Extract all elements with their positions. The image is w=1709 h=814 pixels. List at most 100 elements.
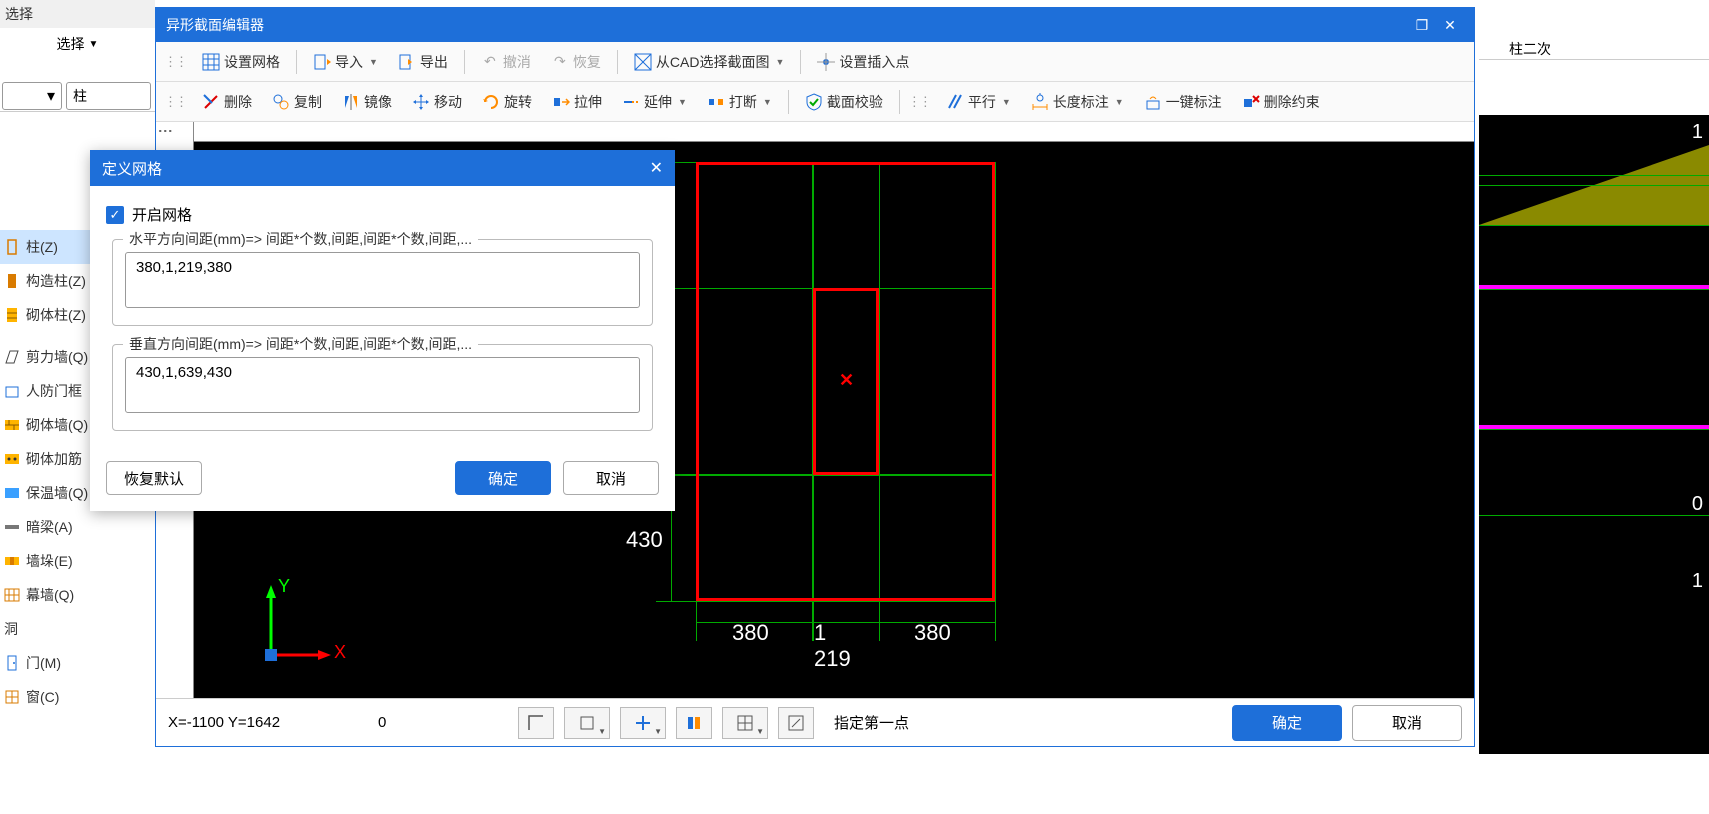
right-tab[interactable]: 柱二次 [1479, 0, 1709, 60]
shear-wall-icon [4, 349, 20, 365]
break-button[interactable]: 打断▼ [699, 88, 780, 116]
sidebar-item-hidden-beam[interactable]: 暗梁(A) [0, 510, 100, 544]
vertical-spacing-group: 垂直方向间距(mm)=> 间距*个数,间距,间距*个数,间距,... [112, 344, 653, 431]
copy-button[interactable]: 复制 [264, 88, 330, 116]
redo-button[interactable]: ↷ 恢复 [543, 48, 609, 76]
ok-button[interactable]: 确定 [1232, 705, 1342, 741]
right-canvas: 1 0 1 [1479, 115, 1709, 754]
stretch-button[interactable]: 拉伸 [544, 88, 610, 116]
export-button[interactable]: 导出 [390, 48, 456, 76]
sidebar-item-label: 暗梁(A) [26, 517, 73, 537]
sidebar-item-label: 砌体柱(Z) [26, 305, 86, 325]
sidebar-item-hole[interactable]: 洞 [0, 612, 100, 646]
sidebar-item-masonry-column[interactable]: 砌体柱(Z) [0, 298, 100, 332]
chevron-down-icon: ▾ [47, 86, 55, 106]
snap-grid-button[interactable]: ▼ [722, 707, 768, 739]
sidebar: 柱(Z) 构造柱(Z) 砌体柱(Z) 剪力墙(Q) 人防门框 砌体墙(Q) 砌体… [0, 230, 100, 714]
set-insert-point-button[interactable]: 设置插入点 [809, 48, 917, 76]
horizontal-spacing-input[interactable] [125, 252, 640, 308]
category-dropdown[interactable]: 柱 [66, 82, 151, 110]
sidebar-item-label: 门(M) [26, 653, 61, 673]
sidebar-item-insulation-wall[interactable]: 保温墙(Q) [0, 476, 100, 510]
rotate-button[interactable]: 旋转 [474, 88, 540, 116]
toolbar-main: ⋮⋮ 设置网格 导入▼ 导出 ↶ 撤消 ↷ 恢复 从CAD选择截面图▼ [156, 42, 1474, 82]
sidebar-item-label: 砌体加筋 [26, 449, 82, 469]
dialog-titlebar[interactable]: 定义网格 ✕ [90, 150, 675, 186]
sidebar-item-masonry-wall[interactable]: 砌体墙(Q) [0, 408, 100, 442]
dimension-icon [1031, 93, 1049, 111]
snap-rect-button[interactable]: ▼ [564, 707, 610, 739]
parallel-button[interactable]: 平行▼ [938, 88, 1019, 116]
undo-button[interactable]: ↶ 撤消 [473, 48, 539, 76]
sidebar-item-door[interactable]: 门(M) [0, 646, 100, 680]
coord-readout: X=-1100 Y=1642 [168, 714, 368, 731]
cancel-button[interactable]: 取消 [1352, 705, 1462, 741]
category-prefix-dropdown[interactable]: ▾ [2, 82, 62, 110]
rebar-icon [4, 451, 20, 467]
close-button[interactable]: ✕ [1436, 17, 1464, 34]
move-icon [412, 93, 430, 111]
right-label: 0 [1692, 493, 1703, 516]
extend-button[interactable]: 延伸▼ [614, 88, 695, 116]
rotate-icon [482, 93, 500, 111]
length-dim-button[interactable]: 长度标注▼ [1023, 88, 1132, 116]
category-value: 柱 [73, 86, 87, 106]
toolbar-grip: ⋮⋮ [908, 94, 934, 110]
move-button[interactable]: 移动 [404, 88, 470, 116]
snap-endpoint-button[interactable] [518, 707, 554, 739]
restore-default-button[interactable]: 恢复默认 [106, 461, 202, 495]
snap-ortho-button[interactable] [676, 707, 712, 739]
sidebar-item-label: 砌体墙(Q) [26, 415, 88, 435]
dialog-cancel-button[interactable]: 取消 [563, 461, 659, 495]
toolbar-grip: ⋮⋮ [164, 94, 190, 110]
snap-plus-button[interactable]: ▼ [620, 707, 666, 739]
sidebar-item-window[interactable]: 窗(C) [0, 680, 100, 714]
window-icon [4, 689, 20, 705]
sidebar-item-label: 幕墙(Q) [26, 585, 74, 605]
sidebar-item-masonry-rebar[interactable]: 砌体加筋 [0, 442, 100, 476]
auto-dim-icon [1144, 93, 1162, 111]
dialog-close-button[interactable]: ✕ [650, 158, 663, 178]
door-frame-icon [4, 383, 20, 399]
toolbar-grip: ⋮⋮ [164, 54, 190, 70]
sidebar-item-shear-wall[interactable]: 剪力墙(Q) [0, 340, 100, 374]
mirror-icon [342, 93, 360, 111]
masonry-wall-icon [4, 417, 20, 433]
sidebar-item-door-frame[interactable]: 人防门框 [0, 374, 100, 408]
chevron-down-icon: ▼ [678, 97, 687, 107]
stretch-icon [552, 93, 570, 111]
undo-icon: ↶ [481, 53, 499, 71]
dim-label: 430 [626, 527, 663, 553]
sidebar-item-column[interactable]: 柱(Z) [0, 230, 100, 264]
import-button[interactable]: 导入▼ [305, 48, 386, 76]
enable-grid-checkbox[interactable]: ✓ [106, 206, 124, 224]
vertical-spacing-input[interactable] [125, 357, 640, 413]
dialog-ok-button[interactable]: 确定 [455, 461, 551, 495]
snap-object-button[interactable] [778, 707, 814, 739]
from-cad-button[interactable]: 从CAD选择截面图▼ [626, 48, 792, 76]
copy-icon [272, 93, 290, 111]
sidebar-item-struct-column[interactable]: 构造柱(Z) [0, 264, 100, 298]
cad-icon [634, 53, 652, 71]
sidebar-item-pier[interactable]: 墙垛(E) [0, 544, 100, 578]
delete-button[interactable]: 删除 [194, 88, 260, 116]
auto-dim-button[interactable]: 一键标注 [1136, 88, 1230, 116]
mirror-button[interactable]: 镜像 [334, 88, 400, 116]
delete-constraint-button[interactable]: 删除约束 [1234, 88, 1328, 116]
sidebar-item-label: 柱(Z) [26, 237, 58, 257]
sidebar-item-curtain-wall[interactable]: 幕墙(Q) [0, 578, 100, 612]
select-dropdown[interactable]: 选择▼ [0, 28, 155, 60]
set-grid-button[interactable]: 设置网格 [194, 48, 288, 76]
redo-icon: ↷ [551, 53, 569, 71]
validate-button[interactable]: 截面校验 [797, 88, 891, 116]
define-grid-dialog: 定义网格 ✕ ✓ 开启网格 水平方向间距(mm)=> 间距*个数,间距,间距*个… [90, 150, 675, 511]
right-panel-fragment: 柱二次 1 0 1 [1479, 0, 1709, 814]
shield-check-icon [805, 93, 823, 111]
maximize-button[interactable]: ❐ [1408, 17, 1436, 34]
break-icon [707, 93, 725, 111]
right-label: 1 [1692, 121, 1703, 144]
sidebar-item-label: 洞 [4, 619, 18, 639]
sidebar-item-label: 构造柱(Z) [26, 271, 86, 291]
v-legend: 垂直方向间距(mm)=> 间距*个数,间距,间距*个数,间距,... [123, 334, 478, 354]
axis-x-label: X [334, 642, 346, 663]
